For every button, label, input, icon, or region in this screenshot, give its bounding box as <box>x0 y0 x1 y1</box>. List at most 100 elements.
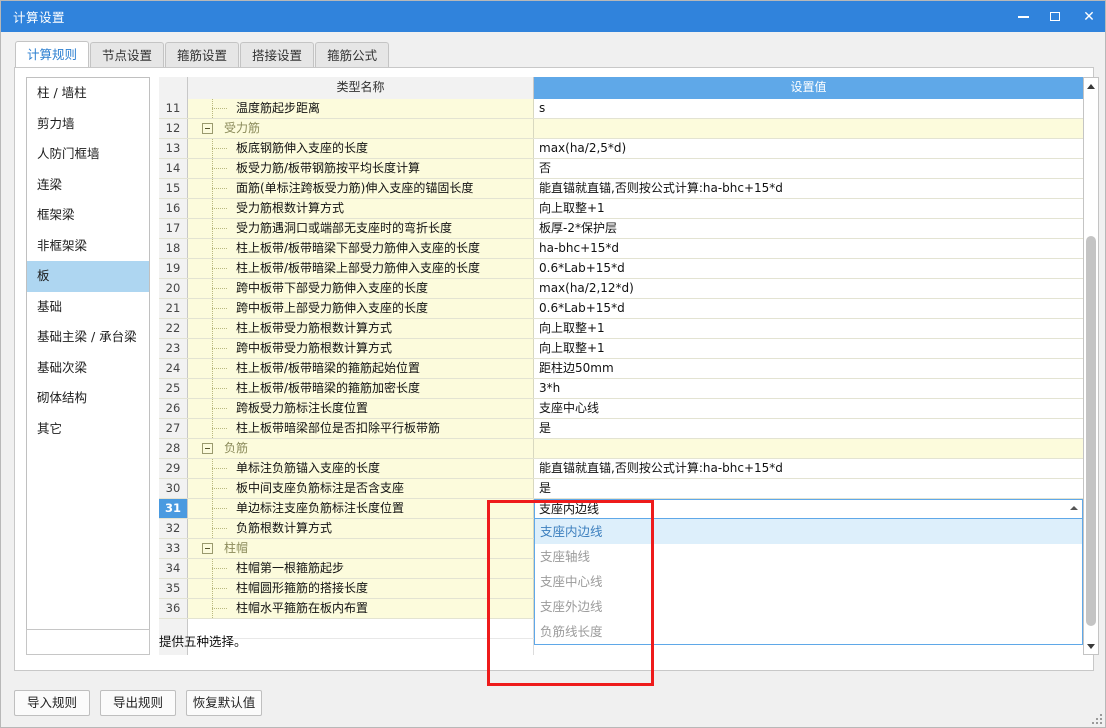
row-type-name-cell[interactable]: 板中间支座负筋标注是否含支座 <box>188 479 534 498</box>
row-setting-value-cell[interactable]: 板厚-2*保护层 <box>534 219 1083 238</box>
tab-0[interactable]: 计算规则 <box>15 41 90 68</box>
tab-2[interactable]: 箍筋设置 <box>165 42 240 68</box>
row-setting-value-cell[interactable]: 向上取整+1 <box>534 199 1083 218</box>
chevron-up-icon[interactable] <box>1070 506 1078 510</box>
header-setting-value[interactable]: 设置值 <box>534 77 1083 99</box>
row-setting-value-cell[interactable]: 能直锚就直锚,否则按公式计算:ha-bhc+15*d <box>534 179 1083 198</box>
row-number[interactable]: 28 <box>159 439 188 458</box>
table-row[interactable]: 17 受力筋遇洞口或端部无支座时的弯折长度 板厚-2*保护层 <box>159 219 1083 239</box>
row-number[interactable]: 14 <box>159 159 188 178</box>
row-setting-value-cell[interactable]: 支座中心线 <box>534 399 1083 418</box>
row-type-name-cell[interactable]: 负筋根数计算方式 <box>188 519 534 538</box>
sidebar-item-11[interactable]: 其它 <box>27 414 149 445</box>
row-setting-value-cell[interactable]: 向上取整+1 <box>534 339 1083 358</box>
grid-vertical-scrollbar[interactable] <box>1083 77 1099 655</box>
row-type-name-cell[interactable]: 温度筋起步距离 <box>188 99 534 118</box>
row-number[interactable]: 32 <box>159 519 188 538</box>
row-number[interactable]: 23 <box>159 339 188 358</box>
sidebar-item-7[interactable]: 基础 <box>27 292 149 323</box>
row-setting-value-cell[interactable]: max(ha/2,5*d) <box>534 139 1083 158</box>
resize-grip-icon[interactable] <box>1092 714 1104 726</box>
row-setting-value-cell[interactable]: 是 <box>534 479 1083 498</box>
row-setting-value-cell[interactable]: 0.6*Lab+15*d <box>534 259 1083 278</box>
collapse-minus-icon[interactable] <box>202 123 213 134</box>
row-type-name-cell[interactable]: 受力筋 <box>188 119 534 138</box>
sidebar-item-8[interactable]: 基础主梁 / 承台梁 <box>27 322 149 353</box>
row-type-name-cell[interactable]: 跨中板带受力筋根数计算方式 <box>188 339 534 358</box>
sidebar-item-10[interactable]: 砌体结构 <box>27 383 149 414</box>
row-setting-value-cell[interactable]: 否 <box>534 159 1083 178</box>
row-number[interactable]: 31 <box>159 499 188 518</box>
header-rownum[interactable] <box>159 77 188 99</box>
value-combobox-editor[interactable]: 支座内边线 <box>534 499 1083 519</box>
table-row[interactable]: 22 柱上板带受力筋根数计算方式 向上取整+1 <box>159 319 1083 339</box>
row-setting-value-cell[interactable]: 3*h <box>534 379 1083 398</box>
row-number[interactable]: 18 <box>159 239 188 258</box>
tab-3[interactable]: 搭接设置 <box>240 42 315 68</box>
import-rules-button[interactable]: 导入规则 <box>14 690 90 716</box>
scroll-up-arrow-icon[interactable] <box>1084 79 1098 93</box>
table-row[interactable]: 29 单标注负筋锚入支座的长度 能直锚就直锚,否则按公式计算:ha-bhc+15*d <box>159 459 1083 479</box>
row-type-name-cell[interactable]: 柱上板带/板带暗梁下部受力筋伸入支座的长度 <box>188 239 534 258</box>
value-dropdown-list[interactable]: 支座内边线 支座轴线 支座中心线 支座外边线 负筋线长度 <box>534 519 1083 645</box>
row-type-name-cell[interactable]: 跨中板带上部受力筋伸入支座的长度 <box>188 299 534 318</box>
table-row[interactable]: 27 柱上板带暗梁部位是否扣除平行板带筋 是 <box>159 419 1083 439</box>
row-type-name-cell[interactable]: 受力筋遇洞口或端部无支座时的弯折长度 <box>188 219 534 238</box>
dropdown-option-0[interactable]: 支座内边线 <box>535 519 1082 544</box>
table-row[interactable]: 14 板受力筋/板带钢筋按平均长度计算 否 <box>159 159 1083 179</box>
row-type-name-cell[interactable]: 板受力筋/板带钢筋按平均长度计算 <box>188 159 534 178</box>
row-type-name-cell[interactable]: 柱帽圆形箍筋的搭接长度 <box>188 579 534 598</box>
header-type-name[interactable]: 类型名称 <box>188 77 534 99</box>
collapse-minus-icon[interactable] <box>202 543 213 554</box>
row-number[interactable]: 13 <box>159 139 188 158</box>
table-row[interactable]: 30 板中间支座负筋标注是否含支座 是 <box>159 479 1083 499</box>
table-row[interactable]: 26 跨板受力筋标注长度位置 支座中心线 <box>159 399 1083 419</box>
row-type-name-cell[interactable]: 柱上板带/板带暗梁的箍筋加密长度 <box>188 379 534 398</box>
table-row[interactable]: 19 柱上板带/板带暗梁上部受力筋伸入支座的长度 0.6*Lab+15*d <box>159 259 1083 279</box>
row-type-name-cell[interactable]: 跨中板带下部受力筋伸入支座的长度 <box>188 279 534 298</box>
row-setting-value-cell[interactable]: 能直锚就直锚,否则按公式计算:ha-bhc+15*d <box>534 459 1083 478</box>
row-number[interactable]: 30 <box>159 479 188 498</box>
row-number[interactable]: 22 <box>159 319 188 338</box>
sidebar-item-0[interactable]: 柱 / 墙柱 <box>27 78 149 109</box>
row-type-name-cell[interactable]: 跨板受力筋标注长度位置 <box>188 399 534 418</box>
row-number[interactable]: 15 <box>159 179 188 198</box>
sidebar-item-3[interactable]: 连梁 <box>27 170 149 201</box>
row-type-name-cell[interactable]: 柱上板带/板带暗梁的箍筋起始位置 <box>188 359 534 378</box>
row-number[interactable]: 11 <box>159 99 188 118</box>
row-number[interactable]: 16 <box>159 199 188 218</box>
sidebar-item-6[interactable]: 板 <box>27 261 149 292</box>
dropdown-option-2[interactable]: 支座中心线 <box>535 569 1082 594</box>
row-setting-value-cell[interactable]: 是 <box>534 419 1083 438</box>
row-number[interactable]: 25 <box>159 379 188 398</box>
category-sidebar[interactable]: 柱 / 墙柱 剪力墙 人防门框墙 连梁 框架梁 非框架梁板基础 基础主梁 / 承台梁 基础次梁… <box>26 77 150 655</box>
sidebar-item-4[interactable]: 框架梁 <box>27 200 149 231</box>
row-type-name-cell[interactable]: 单边标注支座负筋标注长度位置 <box>188 499 534 518</box>
tab-1[interactable]: 节点设置 <box>90 42 165 68</box>
close-button[interactable]: ✕ <box>1071 1 1105 32</box>
dropdown-option-4[interactable]: 负筋线长度 <box>535 619 1082 644</box>
table-row[interactable]: 23 跨中板带受力筋根数计算方式 向上取整+1 <box>159 339 1083 359</box>
row-type-name-cell[interactable]: 面筋(单标注跨板受力筋)伸入支座的锚固长度 <box>188 179 534 198</box>
row-setting-value-cell[interactable]: max(ha/2,12*d) <box>534 279 1083 298</box>
row-number[interactable]: 24 <box>159 359 188 378</box>
sidebar-item-9[interactable]: 基础次梁 <box>27 353 149 384</box>
dropdown-option-3[interactable]: 支座外边线 <box>535 594 1082 619</box>
row-number[interactable]: 29 <box>159 459 188 478</box>
row-type-name-cell[interactable]: 柱帽水平箍筋在板内布置 <box>188 599 534 618</box>
table-row[interactable]: 12 受力筋 <box>159 119 1083 139</box>
row-number[interactable]: 35 <box>159 579 188 598</box>
row-type-name-cell[interactable]: 柱上板带/板带暗梁上部受力筋伸入支座的长度 <box>188 259 534 278</box>
row-type-name-cell[interactable]: 负筋 <box>188 439 534 458</box>
row-number[interactable]: 33 <box>159 539 188 558</box>
table-row[interactable]: 15 面筋(单标注跨板受力筋)伸入支座的锚固长度 能直锚就直锚,否则按公式计算:ha… <box>159 179 1083 199</box>
maximize-button[interactable] <box>1039 1 1071 32</box>
table-row[interactable]: 13 板底钢筋伸入支座的长度 max(ha/2,5*d) <box>159 139 1083 159</box>
table-row[interactable]: 16 受力筋根数计算方式 向上取整+1 <box>159 199 1083 219</box>
scroll-down-arrow-icon[interactable] <box>1084 639 1098 653</box>
row-type-name-cell[interactable]: 板底钢筋伸入支座的长度 <box>188 139 534 158</box>
row-number[interactable]: 36 <box>159 599 188 618</box>
sidebar-item-1[interactable]: 剪力墙 <box>27 109 149 140</box>
scrollbar-thumb[interactable] <box>1086 236 1096 626</box>
tab-4[interactable]: 箍筋公式 <box>315 42 390 68</box>
